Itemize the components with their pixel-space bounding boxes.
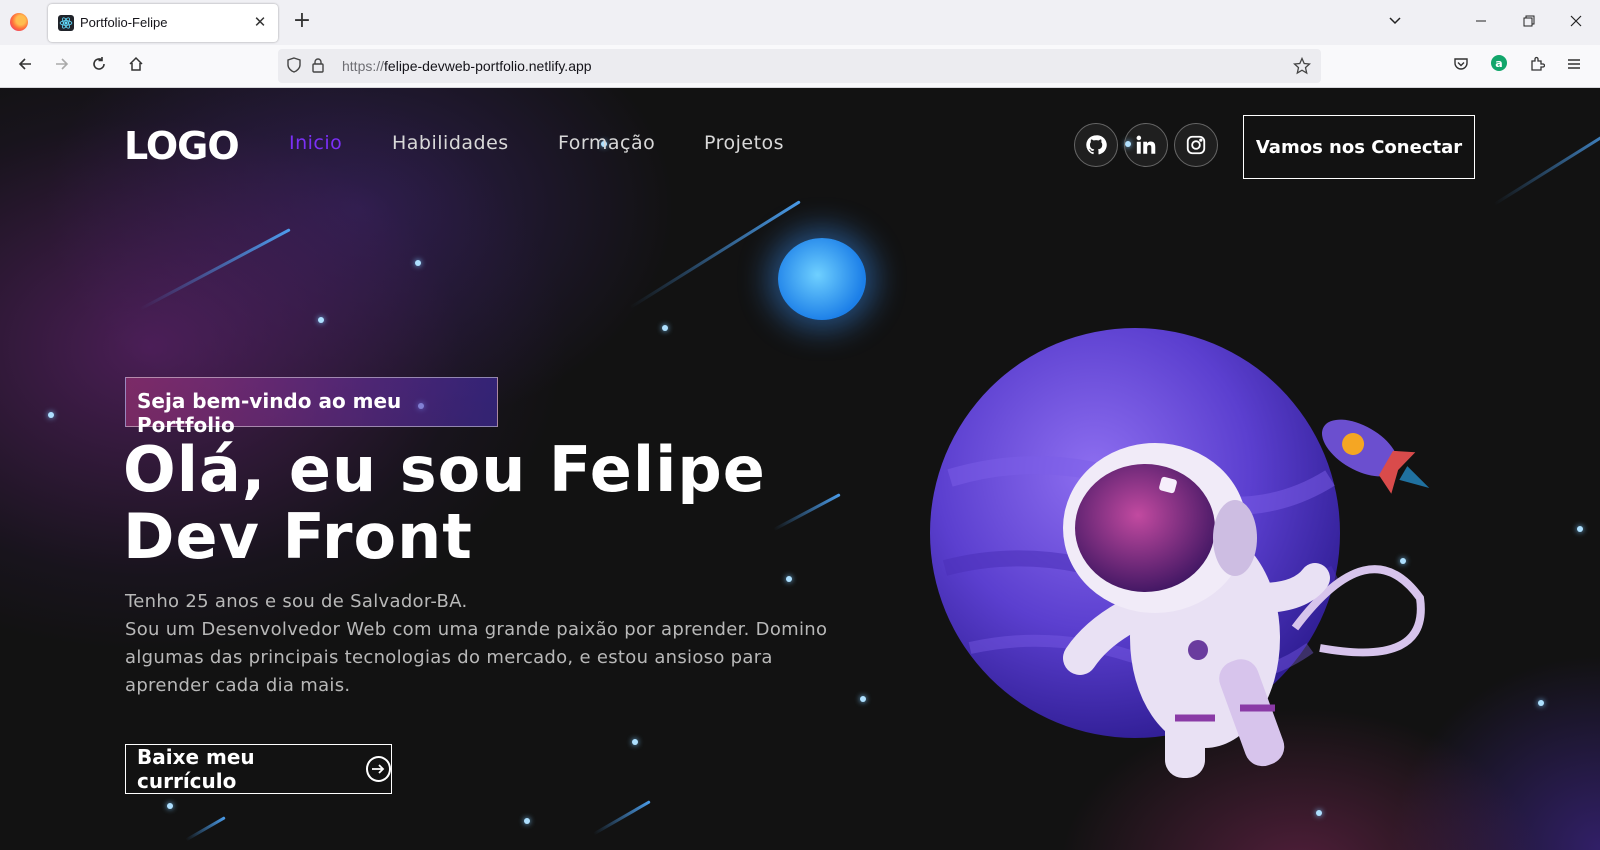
download-cv-button[interactable]: Baixe meu currículo	[125, 744, 392, 794]
bio-line-2: Sou um Desenvolvedor Web com uma grande …	[125, 619, 828, 696]
headline-line-1: Olá, eu sou Felipe	[123, 433, 766, 506]
github-icon[interactable]	[1074, 123, 1118, 167]
portfolio-page: LOGO Inicio Habilidades Formação Projeto…	[0, 88, 1600, 850]
connect-button[interactable]: Vamos nos Conectar	[1243, 115, 1475, 179]
url-text[interactable]: https://felipe-devweb-portfolio.netlify.…	[342, 58, 592, 74]
lock-icon[interactable]	[309, 57, 327, 75]
nav-formacao[interactable]: Formação	[558, 132, 655, 154]
bio-line-1: Tenho 25 anos e sou de Salvador-BA.	[125, 591, 468, 612]
forward-icon[interactable]	[49, 54, 75, 80]
firefox-icon[interactable]	[10, 13, 28, 31]
astronaut-planet-illustration	[930, 328, 1430, 778]
headline-line-2: Dev Front	[123, 500, 473, 573]
download-cv-label: Baixe meu currículo	[137, 745, 255, 793]
close-tab-icon[interactable]: ✕	[250, 12, 270, 32]
nav-habilidades[interactable]: Habilidades	[392, 132, 509, 154]
new-tab-button[interactable]: +	[290, 10, 314, 34]
nav-inicio[interactable]: Inicio	[289, 132, 342, 154]
hero-bio: Tenho 25 anos e sou de Salvador-BA. Sou …	[125, 588, 845, 700]
arrow-right-circle-icon	[365, 756, 391, 782]
home-icon[interactable]	[123, 54, 149, 80]
welcome-tagline: Seja bem-vindo ao meu Portfolio	[125, 377, 498, 437]
account-icon[interactable]: a	[1486, 54, 1512, 80]
restore-icon[interactable]	[1514, 10, 1544, 34]
blue-planet-illustration	[778, 238, 866, 320]
linkedin-icon[interactable]	[1124, 123, 1168, 167]
tab-title: Portfolio-Felipe	[80, 15, 168, 30]
menu-icon[interactable]	[1561, 54, 1587, 80]
list-tabs-icon[interactable]	[1380, 10, 1410, 34]
hero-headline: Olá, eu sou Felipe Dev Front	[123, 436, 766, 570]
site-logo[interactable]: LOGO	[124, 124, 240, 168]
svg-text:a: a	[1495, 57, 1502, 70]
browser-navigation-bar: https://felipe-devweb-portfolio.netlify.…	[0, 45, 1600, 88]
minimize-icon[interactable]	[1466, 10, 1496, 34]
extensions-icon[interactable]	[1524, 54, 1550, 80]
back-icon[interactable]	[12, 54, 38, 80]
shield-icon[interactable]	[285, 57, 303, 75]
react-icon	[58, 15, 74, 31]
reload-icon[interactable]	[86, 54, 112, 80]
url-bar[interactable]: https://felipe-devweb-portfolio.netlify.…	[278, 49, 1321, 83]
browser-tab[interactable]: Portfolio-Felipe ✕	[48, 4, 278, 42]
instagram-icon[interactable]	[1174, 123, 1218, 167]
close-window-icon[interactable]	[1561, 10, 1591, 34]
browser-tab-bar: Portfolio-Felipe ✕ +	[0, 0, 1600, 45]
nav-projetos[interactable]: Projetos	[704, 132, 784, 154]
pocket-icon[interactable]	[1448, 54, 1474, 80]
bookmark-star-icon[interactable]	[1292, 56, 1312, 75]
